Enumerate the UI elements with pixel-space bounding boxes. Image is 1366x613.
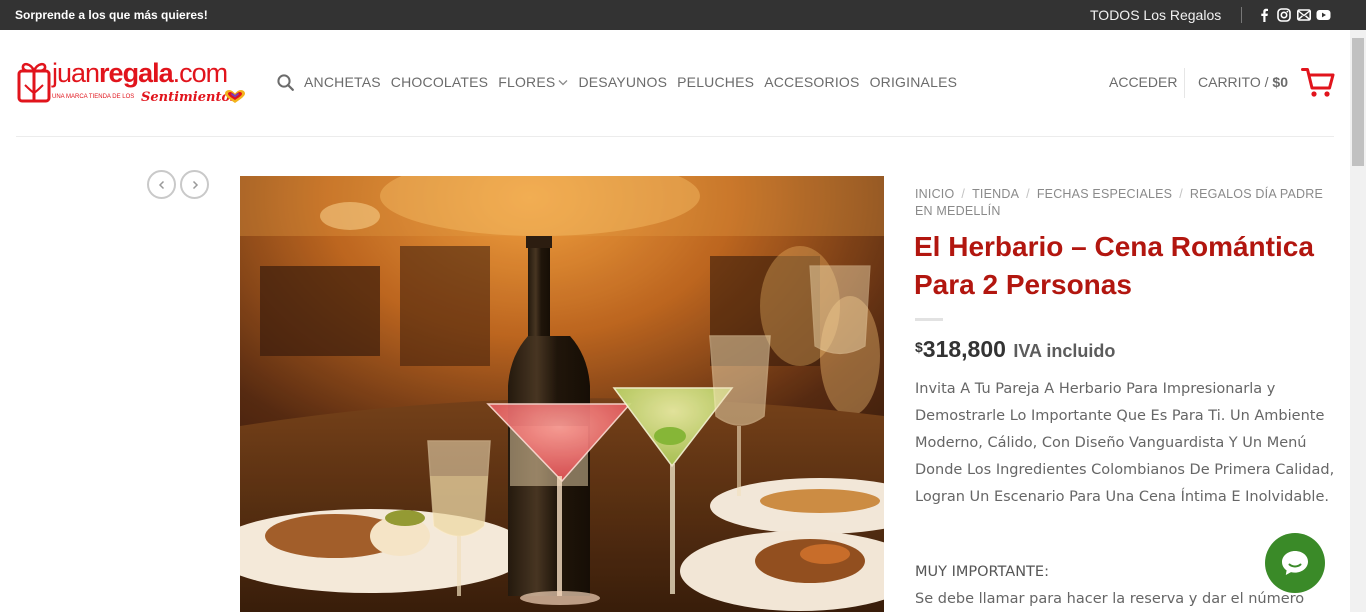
nav-item-label: ANCHETAS bbox=[304, 74, 381, 90]
topbar-divider bbox=[1241, 7, 1242, 23]
price-tax-note: IVA incluido bbox=[1013, 341, 1116, 361]
main-nav: ANCHETAS CHOCOLATES FLORES DESAYUNOS PEL… bbox=[304, 74, 967, 90]
nav-item-accesorios[interactable]: ACCESORIOS bbox=[764, 74, 859, 90]
chat-bubble-icon bbox=[1282, 551, 1308, 575]
nav-item-anchetas[interactable]: ANCHETAS bbox=[304, 74, 381, 90]
nav-item-flores[interactable]: FLORES bbox=[498, 74, 568, 90]
header-divider bbox=[1184, 68, 1185, 98]
nav-item-label: DESAYUNOS bbox=[578, 74, 668, 90]
cart-separator: / bbox=[1264, 74, 1269, 90]
header-divider-line bbox=[16, 136, 1334, 137]
rainbow-heart-icon bbox=[225, 90, 245, 103]
top-bar: Sorprende a los que más quieres! TODOS L… bbox=[0, 0, 1366, 30]
logo-script: Sentimientos bbox=[141, 90, 238, 105]
next-product-button[interactable] bbox=[180, 170, 209, 199]
chevron-right-icon bbox=[192, 180, 198, 189]
important-heading: MUY IMPORTANTE: bbox=[915, 564, 1049, 580]
cart-total: $0 bbox=[1272, 74, 1288, 90]
breadcrumb: INICIO / TIENDA / FECHAS ESPECIALES / REGALOS … bbox=[915, 186, 1335, 220]
logo-wordmark: juanregala.com bbox=[52, 58, 228, 88]
facebook-icon[interactable] bbox=[1256, 7, 1271, 22]
site-header: juanregala.com UNA MARCA TIENDA DE LOS S… bbox=[0, 30, 1350, 136]
gift-box-icon bbox=[17, 62, 51, 103]
product-price: $318,800 IVA incluido bbox=[915, 336, 1115, 363]
price-amount: 318,800 bbox=[922, 336, 1006, 362]
product-title: El Herbario – Cena Romántica Para 2 Pers… bbox=[914, 231, 1314, 300]
chevron-down-icon bbox=[558, 79, 568, 85]
nav-item-label: CHOCOLATES bbox=[390, 74, 489, 90]
breadcrumb-item-inicio[interactable]: INICIO bbox=[915, 187, 954, 201]
product-description: Invita A Tu Pareja A Herbario Para Impre… bbox=[915, 381, 1335, 505]
breadcrumb-item-fechas-especiales[interactable]: FECHAS ESPECIALES bbox=[1037, 187, 1172, 201]
search-icon[interactable] bbox=[277, 74, 294, 95]
breadcrumb-divider: / bbox=[961, 187, 966, 201]
breadcrumb-divider: / bbox=[1179, 187, 1183, 201]
title-divider bbox=[915, 318, 943, 321]
nav-item-label: ACCESORIOS bbox=[764, 74, 860, 90]
page-scrollbar[interactable] bbox=[1350, 30, 1366, 612]
nav-item-label: ORIGINALES bbox=[869, 74, 958, 90]
nav-item-label: PELUCHES bbox=[677, 74, 755, 90]
chevron-left-icon bbox=[158, 180, 164, 189]
email-icon[interactable] bbox=[1296, 7, 1311, 22]
chat-button[interactable] bbox=[1265, 533, 1325, 593]
previous-product-button[interactable] bbox=[147, 170, 176, 199]
nav-item-originales[interactable]: ORIGINALES bbox=[870, 74, 958, 90]
login-link[interactable]: ACCEDER bbox=[1109, 74, 1177, 90]
cart-icon[interactable] bbox=[1301, 67, 1335, 103]
cart-link[interactable]: CARRITO / $0 bbox=[1198, 74, 1288, 90]
nav-item-label: FLORES bbox=[498, 74, 556, 90]
promo-text: Sorprende a los que más quieres! bbox=[15, 8, 208, 22]
logo-tagline: UNA MARCA TIENDA DE LOS bbox=[52, 94, 135, 100]
breadcrumb-divider: / bbox=[1026, 187, 1030, 201]
all-gifts-link[interactable]: TODOS Los Regalos bbox=[1090, 7, 1221, 23]
scrollbar-thumb[interactable] bbox=[1352, 38, 1364, 166]
product-image[interactable] bbox=[240, 176, 884, 612]
youtube-icon[interactable] bbox=[1316, 7, 1331, 22]
price-currency: $ bbox=[915, 339, 923, 355]
breadcrumb-item-tienda[interactable]: TIENDA bbox=[972, 187, 1019, 201]
nav-item-chocolates[interactable]: CHOCOLATES bbox=[391, 74, 488, 90]
nav-item-peluches[interactable]: PELUCHES bbox=[677, 74, 754, 90]
reservation-note: Se debe llamar para hacer la reserva y d… bbox=[915, 591, 1305, 607]
instagram-icon[interactable] bbox=[1276, 7, 1291, 22]
site-logo[interactable]: juanregala.com UNA MARCA TIENDA DE LOS S… bbox=[17, 58, 249, 112]
cart-label: CARRITO bbox=[1198, 74, 1261, 90]
nav-item-desayunos[interactable]: DESAYUNOS bbox=[578, 74, 667, 90]
